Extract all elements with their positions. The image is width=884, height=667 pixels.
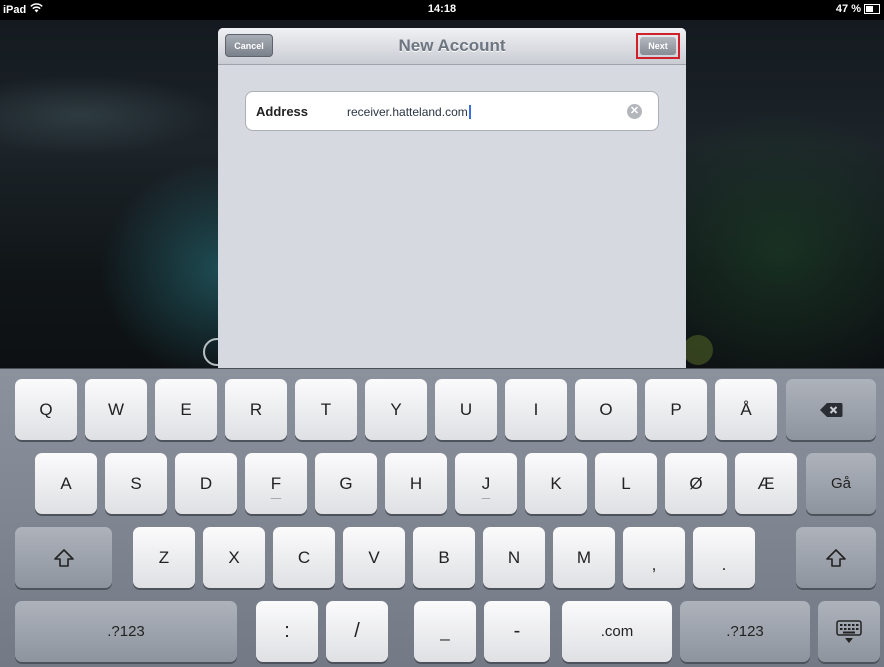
shift-icon: [825, 548, 847, 568]
wallpaper-blob: [683, 335, 713, 365]
key-i[interactable]: I: [505, 379, 567, 440]
key-n[interactable]: N: [483, 527, 545, 588]
address-input[interactable]: receiver.hatteland.com: [347, 105, 471, 119]
clock: 14:18: [427, 3, 457, 15]
key-a[interactable]: A: [35, 453, 97, 514]
address-value: receiver.hatteland.com: [347, 105, 468, 119]
new-account-sheet: Cancel New Account Next Address receiver…: [218, 28, 686, 378]
hide-keyboard-key[interactable]: [818, 601, 880, 662]
address-field[interactable]: Address receiver.hatteland.com ✕: [245, 91, 659, 131]
next-button-highlight: Next: [636, 33, 680, 59]
backspace-key[interactable]: [786, 379, 876, 440]
shift-icon: [53, 548, 75, 568]
key-f[interactable]: F: [245, 453, 307, 514]
shift-key-left[interactable]: [15, 527, 112, 588]
hide-keyboard-icon: [836, 619, 862, 644]
shift-key-right[interactable]: [796, 527, 876, 588]
battery-icon: [864, 4, 880, 14]
key-z[interactable]: Z: [133, 527, 195, 588]
keyboard: Q W E R T Y U I O P Å A S D F G H J K L …: [0, 368, 884, 667]
key-underscore[interactable]: _: [414, 601, 476, 662]
key-r[interactable]: R: [225, 379, 287, 440]
key-c[interactable]: C: [273, 527, 335, 588]
dotcom-key[interactable]: .com: [562, 601, 672, 662]
go-key[interactable]: Gå: [806, 453, 876, 514]
key-ae[interactable]: Æ: [735, 453, 797, 514]
key-g[interactable]: G: [315, 453, 377, 514]
key-w[interactable]: W: [85, 379, 147, 440]
battery-percent: 47 %: [835, 3, 861, 15]
dialog-title: New Account: [398, 36, 506, 55]
navigation-bar: Cancel New Account Next: [218, 28, 686, 65]
key-dash[interactable]: -: [484, 601, 550, 662]
key-comma[interactable]: ,: [623, 527, 685, 588]
key-a-ring[interactable]: Å: [715, 379, 777, 440]
key-slash[interactable]: /: [326, 601, 388, 662]
key-h[interactable]: H: [385, 453, 447, 514]
backspace-icon: [819, 402, 843, 418]
key-u[interactable]: U: [435, 379, 497, 440]
key-j[interactable]: J: [455, 453, 517, 514]
key-s[interactable]: S: [105, 453, 167, 514]
address-label: Address: [256, 104, 309, 119]
key-q[interactable]: Q: [15, 379, 77, 440]
numbers-key-left[interactable]: .?123: [15, 601, 237, 662]
key-o[interactable]: O: [575, 379, 637, 440]
key-p[interactable]: P: [645, 379, 707, 440]
key-y[interactable]: Y: [365, 379, 427, 440]
clear-icon[interactable]: ✕: [627, 104, 642, 119]
numbers-key-right[interactable]: .?123: [680, 601, 810, 662]
next-button[interactable]: Next: [640, 37, 676, 55]
key-colon[interactable]: :: [256, 601, 318, 662]
key-d[interactable]: D: [175, 453, 237, 514]
key-l[interactable]: L: [595, 453, 657, 514]
status-bar: iPad 14:18 47 %: [0, 0, 884, 20]
text-cursor: [468, 105, 471, 119]
key-e[interactable]: E: [155, 379, 217, 440]
key-m[interactable]: M: [553, 527, 615, 588]
key-k[interactable]: K: [525, 453, 587, 514]
key-v[interactable]: V: [343, 527, 405, 588]
key-x[interactable]: X: [203, 527, 265, 588]
key-period[interactable]: .: [693, 527, 755, 588]
key-t[interactable]: T: [295, 379, 357, 440]
key-b[interactable]: B: [413, 527, 475, 588]
key-o-slash[interactable]: Ø: [665, 453, 727, 514]
